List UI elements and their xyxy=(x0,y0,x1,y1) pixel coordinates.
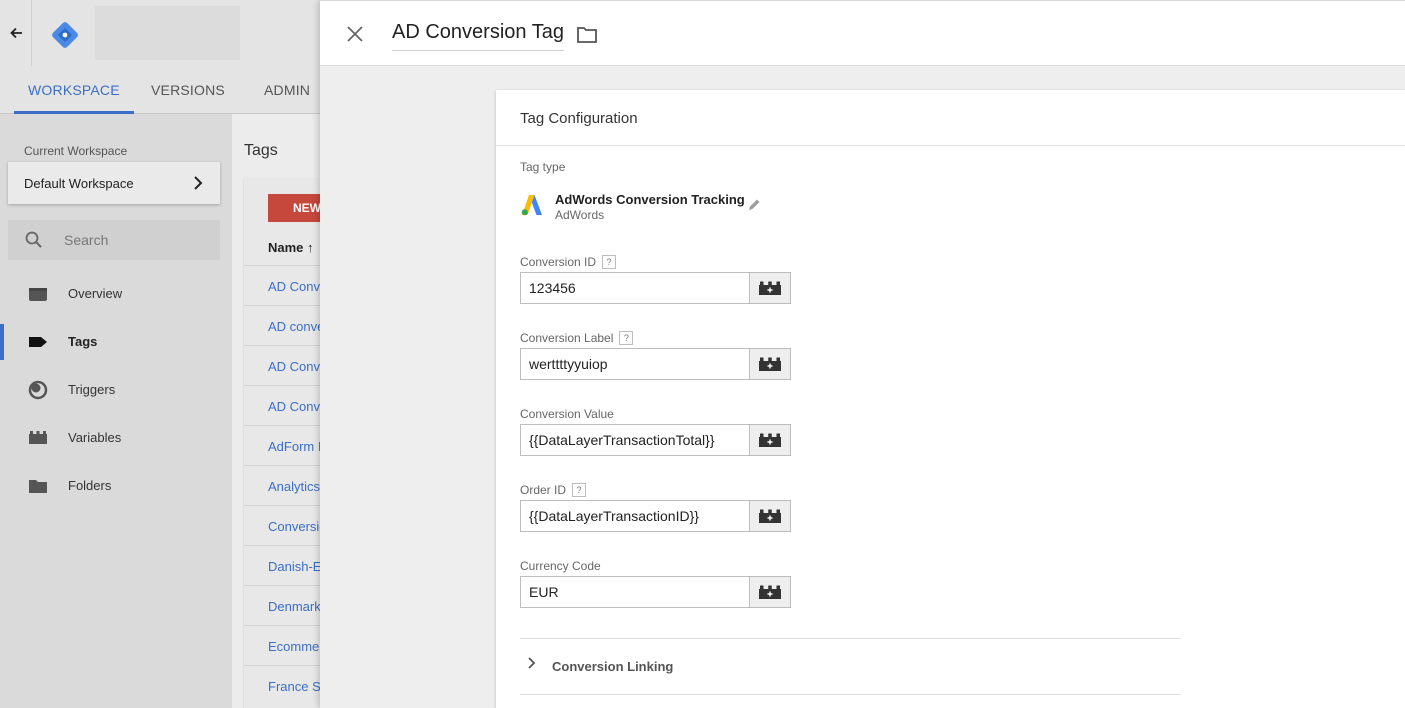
folder-icon xyxy=(29,480,47,493)
tag-link[interactable]: Danish-Ei xyxy=(268,559,324,574)
topbar-placeholder xyxy=(95,6,240,60)
sidebar-item-triggers[interactable]: Triggers xyxy=(0,368,232,412)
tag-type-label: Tag type xyxy=(520,160,566,174)
tags-content: Tags NEW Name ↑ AD Conve AD conve AD Con… xyxy=(232,114,334,708)
variable-picker-icon xyxy=(759,509,781,523)
help-icon[interactable]: ? xyxy=(619,331,634,345)
divider xyxy=(496,145,1405,146)
tag-link[interactable]: France Si xyxy=(268,679,324,694)
nav-tabs: WORKSPACE VERSIONS ADMIN xyxy=(0,66,320,114)
tag-link[interactable]: AD conve xyxy=(268,319,324,334)
conversion-label-label: Conversion Label ? xyxy=(520,331,634,345)
panel-header: AD Conversion Tag xyxy=(320,0,1405,66)
search-placeholder: Search xyxy=(64,232,109,248)
tab-workspace[interactable]: WORKSPACE xyxy=(14,66,134,114)
field-label-text: Order ID xyxy=(520,483,567,497)
sidebar-item-tags[interactable]: Tags xyxy=(0,320,232,364)
conversion-id-label: Conversion ID ? xyxy=(520,255,617,269)
adwords-logo-icon xyxy=(521,195,542,216)
sidebar-item-label: Tags xyxy=(68,334,98,349)
conversion-id-input[interactable]: 123456 xyxy=(520,272,750,304)
sidebar-item-label: Folders xyxy=(68,478,112,493)
tag-type-name: AdWords Conversion Tracking xyxy=(555,192,745,207)
currency-code-label: Currency Code xyxy=(520,559,601,573)
field-label-text: Conversion Label xyxy=(520,331,614,345)
variable-picker-icon xyxy=(759,433,781,447)
sidebar-item-label: Variables xyxy=(68,430,122,445)
variable-picker-icon xyxy=(759,281,781,295)
divider xyxy=(520,638,1181,639)
field-label-text: Currency Code xyxy=(520,559,601,573)
overview-icon xyxy=(29,288,47,301)
sidebar: Current Workspace Default Workspace Sear… xyxy=(0,114,232,708)
tag-type-subtitle: AdWords xyxy=(555,208,605,222)
name-column-header[interactable]: Name ↑ xyxy=(268,240,314,255)
variables-icon xyxy=(29,431,47,444)
back-button[interactable] xyxy=(0,0,32,66)
sidebar-item-label: Triggers xyxy=(68,382,116,397)
sidebar-item-variables[interactable]: Variables xyxy=(0,416,232,460)
arrow-left-icon xyxy=(9,27,22,39)
help-icon[interactable]: ? xyxy=(572,483,587,497)
workspace-selector[interactable]: Default Workspace xyxy=(8,162,220,204)
conversion-value-input[interactable]: {{DataLayerTransactionTotal}} xyxy=(520,424,750,456)
variable-picker-button[interactable] xyxy=(749,424,791,456)
card-title: Tag Configuration xyxy=(520,110,638,127)
tag-link[interactable]: Conversio xyxy=(268,519,327,534)
close-icon[interactable] xyxy=(344,23,366,45)
tag-icon xyxy=(29,337,47,347)
search-icon xyxy=(25,231,42,248)
field-label-text: Conversion ID xyxy=(520,255,597,269)
tag-configuration-card[interactable]: Tag Configuration Tag type AdWords Conve… xyxy=(496,90,1405,708)
current-workspace-label: Current Workspace xyxy=(24,144,128,158)
tab-admin[interactable]: ADMIN xyxy=(264,66,310,114)
search-input[interactable]: Search xyxy=(8,220,220,260)
tag-link[interactable]: AD Conve xyxy=(268,279,327,294)
conversion-value-label: Conversion Value xyxy=(520,407,614,421)
conversion-label-input[interactable]: werttttyyuiop xyxy=(520,348,750,380)
tag-link[interactable]: AdForm I xyxy=(268,439,321,454)
gtm-logo xyxy=(52,22,78,48)
tag-link[interactable]: Ecomme xyxy=(268,639,319,654)
help-icon[interactable]: ? xyxy=(602,255,617,269)
tag-link[interactable]: AD Conve xyxy=(268,399,327,414)
tag-link[interactable]: AD Conve xyxy=(268,359,327,374)
tab-versions[interactable]: VERSIONS xyxy=(151,66,225,114)
page-title: Tags xyxy=(244,142,278,159)
folder-icon[interactable] xyxy=(576,25,598,45)
order-id-input[interactable]: {{DataLayerTransactionID}} xyxy=(520,500,750,532)
tag-link[interactable]: Denmark xyxy=(268,599,321,614)
field-label-text: Conversion Value xyxy=(520,407,614,421)
pencil-icon[interactable] xyxy=(747,198,761,212)
variable-picker-icon xyxy=(759,585,781,599)
conversion-linking-section[interactable]: Conversion Linking xyxy=(552,659,673,674)
sidebar-item-folders[interactable]: Folders xyxy=(0,464,232,508)
tag-link[interactable]: Analytics xyxy=(268,479,320,494)
order-id-label: Order ID ? xyxy=(520,483,587,497)
trigger-icon xyxy=(28,380,48,400)
divider xyxy=(520,694,1181,695)
tag-editor-panel: AD Conversion Tag Tag Configuration Tag … xyxy=(320,0,1405,708)
currency-code-input[interactable]: EUR xyxy=(520,576,750,608)
variable-picker-button[interactable] xyxy=(749,348,791,380)
chevron-right-icon[interactable] xyxy=(526,656,538,670)
variable-picker-button[interactable] xyxy=(749,576,791,608)
sidebar-item-label: Overview xyxy=(68,286,123,301)
variable-picker-button[interactable] xyxy=(749,272,791,304)
variable-picker-icon xyxy=(759,357,781,371)
sidebar-item-overview[interactable]: Overview xyxy=(0,272,232,316)
variable-picker-button[interactable] xyxy=(749,500,791,532)
chevron-right-icon xyxy=(194,176,203,190)
workspace-name: Default Workspace xyxy=(24,175,134,191)
tag-name-title[interactable]: AD Conversion Tag xyxy=(392,21,564,51)
